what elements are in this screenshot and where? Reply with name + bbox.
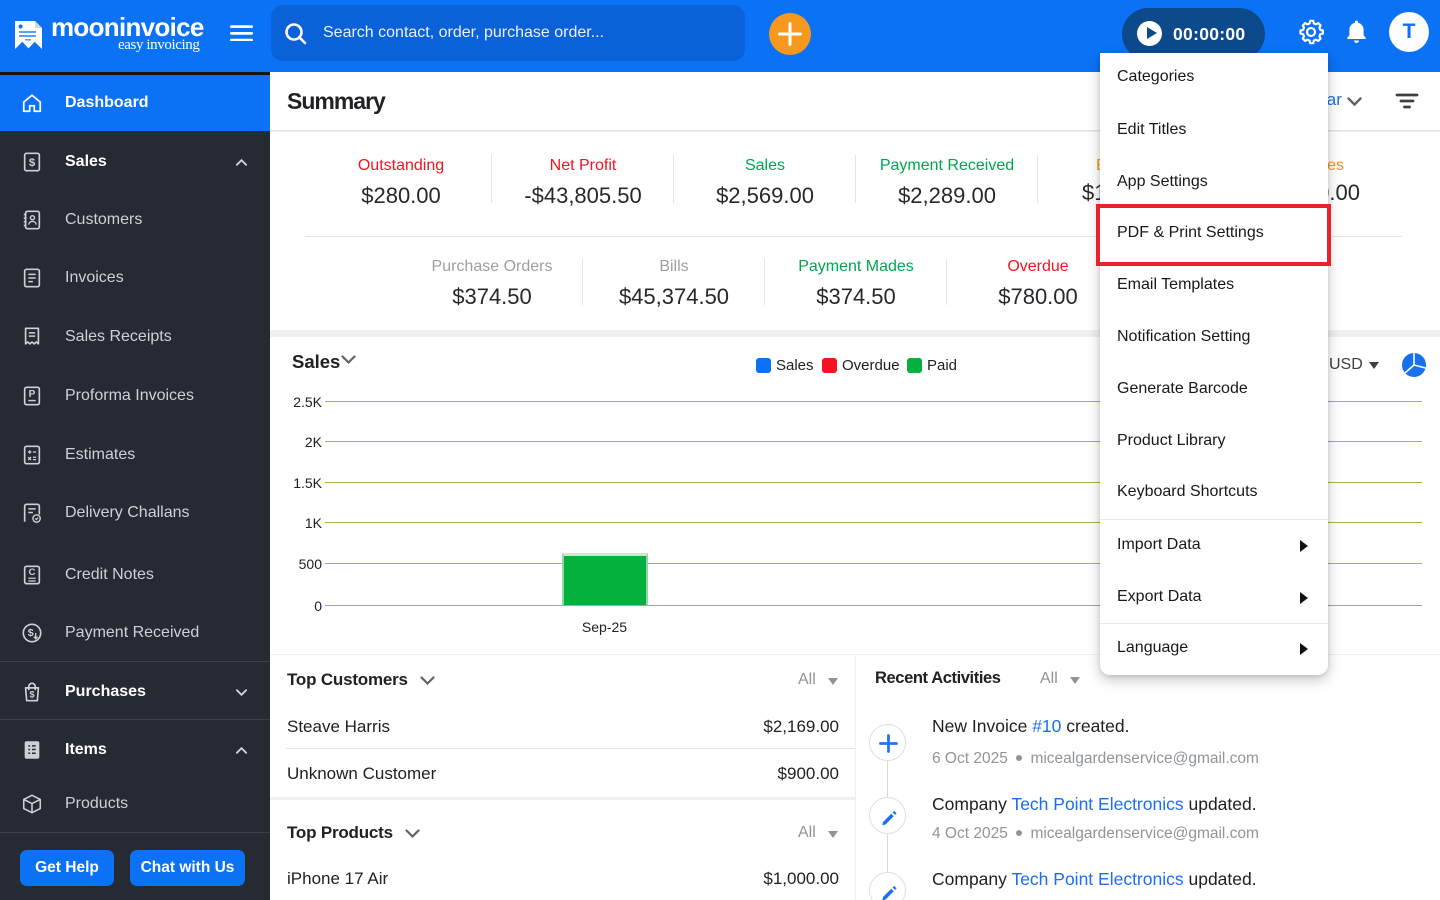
svg-text:P: P <box>29 389 36 400</box>
svg-text:$: $ <box>28 627 34 639</box>
svg-text:$: $ <box>29 690 34 700</box>
svg-text:$: $ <box>29 157 36 169</box>
svg-text:C: C <box>29 567 36 578</box>
